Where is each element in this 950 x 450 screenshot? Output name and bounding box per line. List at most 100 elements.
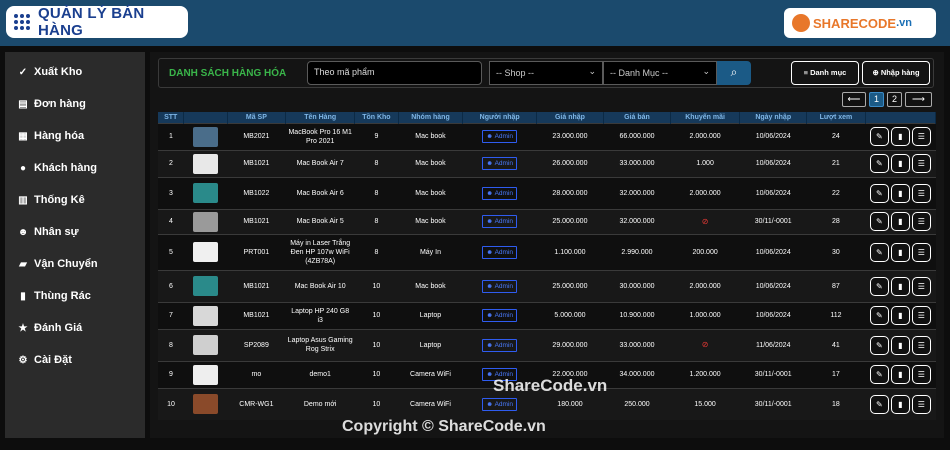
product-thumbnail [193, 394, 219, 415]
code-cell: MB2021 [227, 122, 286, 150]
column-header: Giá nhập [536, 112, 604, 123]
page-2-button[interactable]: 2 [887, 92, 902, 107]
promo-cell: 2.000.000 [670, 122, 740, 150]
edit-button[interactable]: ✎ [869, 306, 889, 325]
edit-button[interactable]: ✎ [869, 365, 889, 384]
group-cell: Mac book [398, 149, 463, 177]
detail-button[interactable]: ☰ [911, 276, 931, 296]
table-row[interactable]: 5 PRT001 Máy in Laser Trắng Đen HP 107w Wi… [158, 233, 936, 270]
detail-button[interactable]: ☰ [911, 127, 931, 146]
product-thumbnail [193, 364, 219, 385]
date-cell: 10/06/2024 [739, 149, 807, 177]
name-cell: Demo mới [285, 387, 355, 420]
table-row[interactable]: 3 MB1022 Mac Book Air 6 8 Mac book ☻ Admin 28.… [158, 176, 936, 209]
search-icon: ⌕ [730, 65, 738, 79]
product-thumbnail [193, 153, 219, 174]
admin-badge: ☻ Admin [482, 130, 518, 143]
edit-button[interactable]: ✎ [869, 242, 889, 262]
next-page-button[interactable]: ⟶ [905, 92, 932, 107]
table-row[interactable]: 7 MB1021 Laptop HP 240 G8 i3 10 Laptop ☻ Admi… [158, 301, 936, 329]
sidebar-item[interactable]: ▦ Hàng hóa [5, 120, 145, 152]
edit-button[interactable]: ✎ [869, 154, 889, 173]
admin-badge: ☻ Admin [482, 279, 518, 293]
thumbnail-cell [183, 387, 228, 420]
group-cell: Laptop [398, 301, 463, 329]
delete-button[interactable]: ▮ [890, 154, 910, 173]
code-cell: MB1021 [227, 149, 286, 177]
detail-button[interactable]: ☰ [911, 154, 931, 173]
prev-page-button[interactable]: ⟵ [842, 92, 866, 107]
sidebar-item[interactable]: ● Khách hàng [5, 152, 145, 184]
search-input[interactable]: Theo mã phẩm [307, 61, 482, 85]
date-cell: 10/06/2024 [739, 269, 807, 302]
price-cell: 32.000.000 [603, 176, 671, 209]
sidebar-item[interactable]: ☻ Nhân sự [5, 216, 145, 248]
search-button[interactable]: ⌕ [717, 61, 751, 85]
price-cell: 33.000.000 [603, 328, 671, 361]
code-cell: MB1021 [227, 269, 286, 302]
sidebar-item[interactable]: ⚙ Cài Đặt [5, 344, 145, 376]
edit-button[interactable]: ✎ [869, 127, 889, 146]
price-cell: 66.000.000 [603, 122, 671, 150]
sidebar-item[interactable]: ▰ Vận Chuyển [5, 248, 145, 280]
category-select[interactable]: -- Danh Mục -- ⌄ [603, 61, 717, 85]
table-row[interactable]: 4 MB1021 Mac Book Air 5 8 Mac book ☻ Admin 25.… [158, 208, 936, 234]
list-icon: ☰ [917, 188, 925, 198]
sidebar-item[interactable]: ▥ Thống Kê [5, 184, 145, 216]
delete-button[interactable]: ▮ [890, 127, 910, 146]
delete-button[interactable]: ▮ [890, 365, 910, 384]
import-button[interactable]: ⊕ Nhập hàng [862, 61, 930, 85]
sidebar-item[interactable]: ▤ Đơn hàng [5, 88, 145, 120]
thumbnail-cell [183, 176, 228, 209]
shop-select[interactable]: -- Shop -- ⌄ [489, 61, 603, 85]
category-button[interactable]: ≡ Danh mục [791, 61, 859, 85]
delete-button[interactable]: ▮ [890, 212, 910, 231]
sidebar-item[interactable]: ★ Đánh Giá [5, 312, 145, 344]
list-icon: ☰ [917, 399, 925, 409]
thumbnail-cell [183, 328, 228, 361]
table-row[interactable]: 2 MB1021 Mac Book Air 7 8 Mac book ☻ Admin 26.… [158, 149, 936, 177]
sidebar-item[interactable]: ✓ Xuất Kho [5, 56, 145, 88]
edit-button[interactable]: ✎ [869, 212, 889, 231]
table-row[interactable]: 6 MB1021 Mac Book Air 10 10 Mac book ☻ Admin 2… [158, 269, 936, 302]
delete-button[interactable]: ▮ [890, 306, 910, 325]
table-row[interactable]: 1 MB2021 MacBook Pro 16 M1 Pro 2021 9 Mac bo… [158, 122, 936, 150]
detail-button[interactable]: ☰ [911, 365, 931, 384]
views-cell: 30 [806, 233, 866, 270]
detail-button[interactable]: ☰ [911, 394, 931, 414]
detail-button[interactable]: ☰ [911, 335, 931, 355]
views-cell: 22 [806, 176, 866, 209]
thumbnail-cell [183, 122, 228, 150]
date-cell: 10/06/2024 [739, 176, 807, 209]
cost-cell: 23.000.000 [536, 122, 604, 150]
detail-button[interactable]: ☰ [911, 306, 931, 325]
edit-button[interactable]: ✎ [869, 276, 889, 296]
thumbnail-cell [183, 233, 228, 270]
cost-cell: 26.000.000 [536, 149, 604, 177]
edit-button[interactable]: ✎ [869, 183, 889, 203]
delete-button[interactable]: ▮ [890, 242, 910, 262]
edit-button[interactable]: ✎ [869, 335, 889, 355]
date-cell: 10/06/2024 [739, 301, 807, 329]
admin-badge: ☻ Admin [482, 186, 518, 200]
detail-button[interactable]: ☰ [911, 242, 931, 262]
delete-button[interactable]: ▮ [890, 394, 910, 414]
app-brand[interactable]: QUẢN LÝ BÁN HÀNG [6, 5, 188, 39]
delete-button[interactable]: ▮ [890, 335, 910, 355]
delete-button[interactable]: ▮ [890, 183, 910, 203]
table-row[interactable]: 8 SP2089 Laptop Asus Gaming Rog Strix 10 Lap… [158, 328, 936, 361]
promo-cell: 1.000 [670, 149, 740, 177]
page-1-button[interactable]: 1 [869, 92, 884, 107]
group-cell: Laptop [398, 328, 463, 361]
detail-button[interactable]: ☰ [911, 212, 931, 231]
code-cell: MB1021 [227, 301, 286, 329]
date-cell: 11/06/2024 [739, 328, 807, 361]
sidebar-item[interactable]: ▮ Thùng Rác [5, 280, 145, 312]
edit-button[interactable]: ✎ [869, 394, 889, 414]
delete-button[interactable]: ▮ [890, 276, 910, 296]
trash-icon: ▮ [898, 247, 903, 257]
detail-button[interactable]: ☰ [911, 183, 931, 203]
pencil-icon: ✎ [875, 132, 883, 141]
trash-icon: ▮ [898, 370, 903, 379]
actions-cell: ✎ ▮ ☰ [865, 328, 936, 361]
